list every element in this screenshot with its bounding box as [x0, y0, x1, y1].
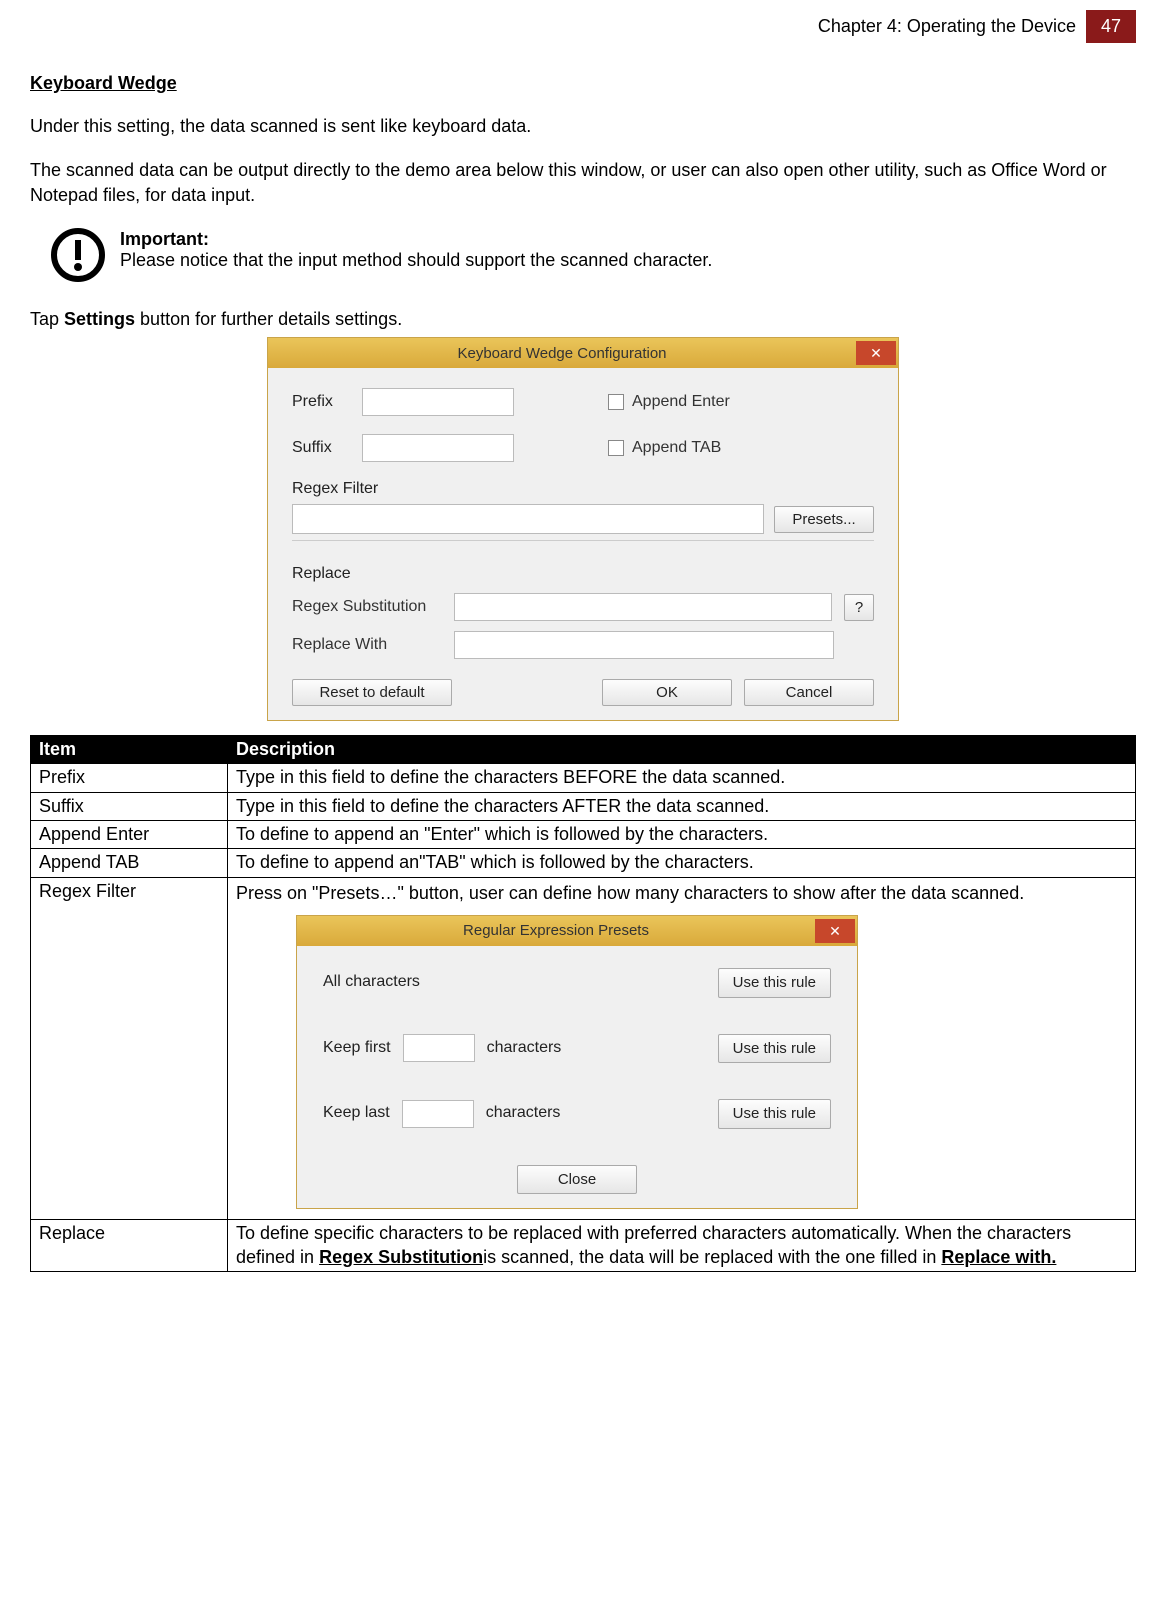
use-rule-button[interactable]: Use this rule: [718, 1034, 831, 1064]
tap-settings-line: Tap Settings button for further details …: [30, 307, 1136, 331]
append-enter-label: Append Enter: [632, 393, 730, 411]
characters-label: characters: [486, 1103, 561, 1124]
keep-first-input[interactable]: [403, 1034, 475, 1062]
important-label: Important:: [120, 229, 712, 250]
use-rule-button[interactable]: Use this rule: [718, 1099, 831, 1129]
description-table: Item Description Prefix Type in this fie…: [30, 735, 1136, 1272]
important-callout: Important: Please notice that the input …: [50, 227, 1136, 283]
table-row: Append Enter To define to append an "Ent…: [31, 820, 1136, 848]
close-button[interactable]: Close: [517, 1165, 637, 1195]
table-row: Regex Filter Press on "Presets…" button,…: [31, 877, 1136, 1219]
page-number: 47: [1086, 10, 1136, 43]
dialog-title: Keyboard Wedge Configuration: [268, 345, 856, 362]
important-text: Please notice that the input method shou…: [120, 250, 712, 271]
close-icon[interactable]: ✕: [815, 919, 855, 943]
all-characters-label: All characters: [323, 972, 420, 993]
paragraph: Under this setting, the data scanned is …: [30, 114, 1136, 138]
use-rule-button[interactable]: Use this rule: [718, 968, 831, 998]
table-row: Suffix Type in this field to define the …: [31, 792, 1136, 820]
regex-presets-dialog: Regular Expression Presets ✕ All charact…: [296, 915, 858, 1209]
characters-label: characters: [487, 1038, 562, 1059]
dialog-title: Regular Expression Presets: [297, 921, 815, 941]
prefix-input[interactable]: [362, 388, 514, 416]
section-title: Keyboard Wedge: [30, 73, 1136, 94]
help-button[interactable]: ?: [844, 594, 874, 621]
regex-filter-input[interactable]: [292, 504, 764, 534]
important-icon: [50, 227, 106, 283]
kw-config-dialog: Keyboard Wedge Configuration ✕ Prefix Ap…: [267, 337, 899, 721]
col-item: Item: [31, 736, 228, 764]
cancel-button[interactable]: Cancel: [744, 679, 874, 706]
suffix-input[interactable]: [362, 434, 514, 462]
keep-first-label: Keep first: [323, 1038, 391, 1059]
keep-last-label: Keep last: [323, 1103, 390, 1124]
chapter-title: Chapter 4: Operating the Device: [818, 10, 1086, 43]
table-row: Append TAB To define to append an"TAB" w…: [31, 849, 1136, 877]
append-tab-label: Append TAB: [632, 439, 721, 457]
replace-with-label: Replace With: [292, 636, 442, 654]
table-row: Replace To define specific characters to…: [31, 1220, 1136, 1272]
regex-filter-label: Regex Filter: [292, 480, 874, 498]
suffix-label: Suffix: [292, 439, 348, 457]
regex-sub-label: Regex Substitution: [292, 598, 442, 616]
replace-with-input[interactable]: [454, 631, 834, 659]
col-description: Description: [228, 736, 1136, 764]
page-header: Chapter 4: Operating the Device 47: [30, 10, 1136, 43]
replace-group-label: Replace: [292, 565, 874, 583]
paragraph: The scanned data can be output directly …: [30, 158, 1136, 207]
prefix-label: Prefix: [292, 393, 348, 411]
close-icon[interactable]: ✕: [856, 341, 896, 365]
table-row: Prefix Type in this field to define the …: [31, 764, 1136, 792]
presets-button[interactable]: Presets...: [774, 506, 874, 533]
ok-button[interactable]: OK: [602, 679, 732, 706]
reset-button[interactable]: Reset to default: [292, 679, 452, 706]
append-enter-checkbox[interactable]: [608, 394, 624, 410]
append-tab-checkbox[interactable]: [608, 440, 624, 456]
regex-sub-input[interactable]: [454, 593, 832, 621]
keep-last-input[interactable]: [402, 1100, 474, 1128]
